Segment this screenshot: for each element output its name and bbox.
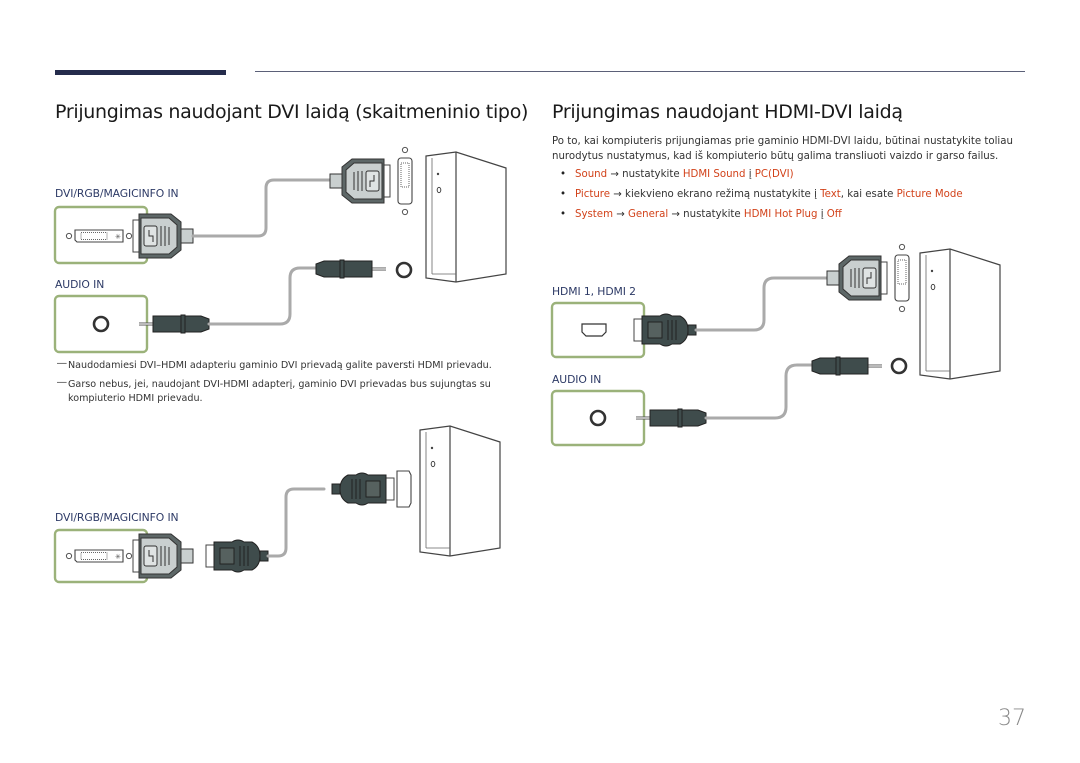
pc-tower-icon-right (919, 248, 1001, 380)
note-marker: ― (57, 377, 67, 388)
audio-plug-pc-icon-right (810, 355, 884, 377)
dvi-port-label-2: DVI/RGB/MAGICINFO IN (55, 511, 179, 524)
hdmi-port-icon (581, 323, 607, 337)
pc-dvi-port-icon-right (894, 243, 910, 313)
dvi-plug-pc-icon-right (826, 255, 888, 301)
hdmi-cable (266, 487, 326, 558)
dvi-port-icon (65, 229, 133, 243)
audio-cable (207, 266, 318, 326)
pc-audio-jack-icon-right (890, 357, 908, 375)
dvi-hdmi-adapter-icon (132, 533, 194, 579)
note-2: ― Garso nebus, jei, naudojant DVI-HDMI a… (57, 377, 491, 404)
dvi-port-icon-2 (65, 549, 133, 563)
note-marker: ― (57, 358, 67, 369)
dvi-plug-pc-icon (329, 158, 391, 204)
hdmi-dvi-cable (694, 276, 832, 332)
audio-port-frame (53, 294, 149, 354)
pc-tower-icon-2 (419, 425, 501, 557)
hdmi-plug-icon (205, 539, 269, 573)
dvi-cable (191, 178, 335, 238)
pc-hdmi-port-icon (396, 470, 412, 508)
hdmi-plug-icon-right (633, 313, 697, 347)
hdmi-plug-pc-icon (331, 472, 395, 506)
pc-tower-icon (425, 151, 507, 283)
pc-dvi-port-icon (397, 146, 413, 216)
audio-port-label-right: AUDIO IN (552, 373, 602, 386)
note-1: ― Naudodamiesi DVI–HDMI adapteriu gamini… (57, 358, 492, 371)
audio-cable-right (704, 363, 814, 420)
audio-plug-icon (137, 313, 211, 335)
dvi-plug-icon (132, 213, 194, 259)
audio-plug-icon-right (634, 407, 708, 429)
page-number: 37 (998, 706, 1026, 731)
pc-audio-jack-icon (395, 261, 413, 279)
audio-plug-pc-icon (314, 258, 388, 280)
hdmi-port-label: HDMI 1, HDMI 2 (552, 285, 636, 298)
audio-port-frame-right (550, 389, 646, 447)
